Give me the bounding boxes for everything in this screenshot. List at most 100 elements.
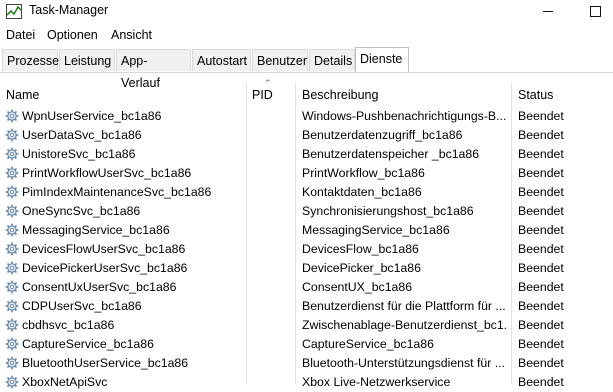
column-header-status[interactable]: Status: [518, 88, 553, 102]
gear-service-icon: [5, 242, 19, 256]
service-description: Benutzerdatenspeicher _bc1a86: [302, 147, 480, 161]
service-name: ConsentUxUserSvc_bc1a86: [22, 280, 177, 294]
gear-service-icon: [5, 337, 19, 351]
table-row[interactable]: MessagingService_bc1a86 MessagingService_…: [0, 221, 613, 240]
gear-service-icon: [5, 261, 19, 275]
maximize-button[interactable]: [577, 0, 613, 24]
service-description: ConsentUX_bc1a86: [302, 280, 413, 294]
service-name: WpnUserService_bc1a86: [22, 109, 162, 123]
tab-app-verlauf[interactable]: App-Verlauf: [116, 49, 191, 90]
table-row[interactable]: DevicesFlowUserSvc_bc1a86 DevicesFlow_bc1…: [0, 240, 613, 259]
table-row[interactable]: UnistoreSvc_bc1a86 Benutzerdatenspeicher …: [0, 145, 613, 164]
gear-service-icon: [5, 147, 19, 161]
service-description: Benutzerdatenzugriff_bc1a86: [302, 128, 463, 142]
service-name: DevicePickerUserSvc_bc1a86: [22, 261, 188, 275]
service-status: Beendet: [518, 166, 564, 180]
tab-benutzer[interactable]: Benutzer: [252, 49, 308, 71]
service-description: DevicesFlow_bc1a86: [302, 242, 419, 256]
service-name: CaptureService_bc1a86: [22, 337, 154, 351]
gear-service-icon: [5, 128, 19, 142]
tab-prozesse[interactable]: Prozesse: [2, 49, 59, 71]
table-row[interactable]: CaptureService_bc1a86 CaptureService_bc1a…: [0, 335, 613, 354]
column-header-row: Name PID Beschreibung Status: [0, 83, 613, 107]
table-row[interactable]: UserDataSvc_bc1a86 Benutzerdatenzugriff_b…: [0, 126, 613, 145]
service-name: BluetoothUserService_bc1a86: [22, 356, 189, 370]
service-description: Benutzerdienst für die Plattform für ...: [302, 299, 506, 313]
service-description: Synchronisierungshost_bc1a86: [302, 204, 474, 218]
service-name: CDPUserSvc_bc1a86: [22, 299, 142, 313]
service-description: Zwischenablage-Benutzerdienst_bc1...: [302, 318, 507, 332]
service-status: Beendet: [518, 375, 564, 389]
minimize-icon: [543, 11, 553, 12]
service-name: XboxNetApiSvc: [22, 375, 108, 389]
service-name: UnistoreSvc_bc1a86: [22, 147, 136, 161]
menu-bar: Datei Optionen Ansicht: [0, 26, 613, 46]
gear-service-icon: [5, 356, 19, 370]
service-status: Beendet: [518, 356, 564, 370]
gear-service-icon: [5, 318, 19, 332]
service-status: Beendet: [518, 280, 564, 294]
sort-ascending-icon: ⌃: [264, 78, 272, 88]
tab-details[interactable]: Details: [309, 49, 355, 71]
service-name: OneSyncSvc_bc1a86: [22, 204, 141, 218]
service-status: Beendet: [518, 128, 564, 142]
column-header-description[interactable]: Beschreibung: [302, 88, 378, 102]
menu-optionen[interactable]: Optionen: [47, 28, 98, 42]
service-description: PrintWorkflow_bc1a86: [302, 166, 425, 180]
column-header-pid[interactable]: PID: [252, 88, 273, 102]
table-row[interactable]: XboxNetApiSvc Xbox Live-Netzwerkservice Be…: [0, 373, 613, 392]
gear-service-icon: [5, 299, 19, 313]
service-status: Beendet: [518, 337, 564, 351]
service-description: CaptureService_bc1a86: [302, 337, 434, 351]
tab-autostart[interactable]: Autostart: [192, 49, 251, 71]
table-row[interactable]: WpnUserService_bc1a86 Windows-Pushbenachr…: [0, 107, 613, 126]
table-row[interactable]: BluetoothUserService_bc1a86 Bluetooth-Unt…: [0, 354, 613, 373]
service-name: cbdhsvc_bc1a86: [22, 318, 115, 332]
table-row[interactable]: PimIndexMaintenanceSvc_bc1a86 Kontaktdate…: [0, 183, 613, 202]
table-row[interactable]: DevicePickerUserSvc_bc1a86 DevicePicker_b…: [0, 259, 613, 278]
task-manager-icon: [6, 4, 22, 19]
service-status: Beendet: [518, 242, 564, 256]
maximize-icon: [589, 6, 601, 17]
service-status: Beendet: [518, 261, 564, 275]
table-row[interactable]: OneSyncSvc_bc1a86 Synchronisierungshost_b…: [0, 202, 613, 221]
title-bar: Task-Manager: [0, 0, 613, 24]
tab-leistung[interactable]: Leistung: [59, 49, 115, 71]
gear-service-icon: [5, 166, 19, 180]
service-name: DevicesFlowUserSvc_bc1a86: [22, 242, 186, 256]
menu-datei[interactable]: Datei: [6, 28, 35, 42]
gear-service-icon: [5, 109, 19, 123]
service-description: MessagingService_bc1a86: [302, 223, 450, 237]
service-description: Bluetooth-Unterstützungsdienst für ...: [302, 356, 506, 370]
service-status: Beendet: [518, 318, 564, 332]
service-name: MessagingService_bc1a86: [22, 223, 170, 237]
service-description: Xbox Live-Netzwerkservice: [302, 375, 451, 389]
service-name: PimIndexMaintenanceSvc_bc1a86: [22, 185, 212, 199]
service-name: UserDataSvc_bc1a86: [22, 128, 142, 142]
service-status: Beendet: [518, 299, 564, 313]
service-status: Beendet: [518, 185, 564, 199]
table-row[interactable]: cbdhsvc_bc1a86 Zwischenablage-Benutzerdie…: [0, 316, 613, 335]
gear-service-icon: [5, 223, 19, 237]
minimize-button[interactable]: [530, 0, 566, 24]
service-description: DevicePicker_bc1a86: [302, 261, 421, 275]
service-status: Beendet: [518, 204, 564, 218]
service-status: Beendet: [518, 109, 564, 123]
table-row[interactable]: PrintWorkflowUserSvc_bc1a86 PrintWorkflow…: [0, 164, 613, 183]
gear-service-icon: [5, 375, 19, 389]
tab-dienste[interactable]: Dienste: [355, 47, 409, 72]
service-name: PrintWorkflowUserSvc_bc1a86: [22, 166, 192, 180]
tab-bar: Prozesse Leistung App-Verlauf Autostart …: [0, 47, 613, 90]
menu-ansicht[interactable]: Ansicht: [111, 28, 152, 42]
service-status: Beendet: [518, 147, 564, 161]
service-description: Windows-Pushbenachrichtigungs-B...: [302, 109, 507, 123]
table-row[interactable]: ConsentUxUserSvc_bc1a86 ConsentUX_bc1a86 B…: [0, 278, 613, 297]
service-description: Kontaktdaten_bc1a86: [302, 185, 422, 199]
column-header-name[interactable]: Name: [6, 88, 39, 102]
gear-service-icon: [5, 280, 19, 294]
window-title: Task-Manager: [29, 3, 109, 17]
gear-service-icon: [5, 204, 19, 218]
table-row[interactable]: CDPUserSvc_bc1a86 Benutzerdienst für die …: [0, 297, 613, 316]
gear-service-icon: [5, 185, 19, 199]
service-status: Beendet: [518, 223, 564, 237]
